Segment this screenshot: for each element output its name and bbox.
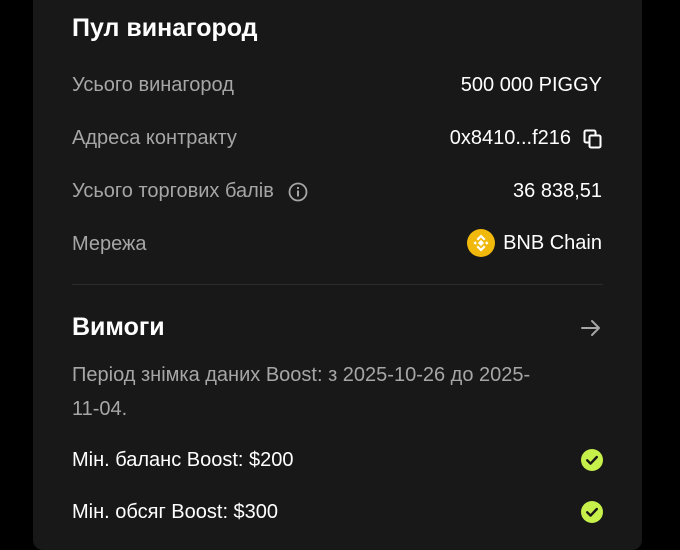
bnb-chain-logo-icon	[467, 229, 496, 257]
contract-address-label: Адреса контракту	[72, 127, 237, 149]
total-rewards-label: Усього винагород	[72, 74, 234, 96]
requirements-title: Вимоги	[72, 313, 165, 341]
check-circle-icon	[581, 449, 603, 471]
network-label: Мережа	[72, 233, 147, 255]
total-points-value: 36 838,51	[513, 180, 602, 203]
contract-address-value[interactable]: 0x8410...f216	[450, 127, 602, 150]
copy-icon[interactable]	[583, 129, 602, 149]
check-circle-icon	[581, 501, 603, 523]
total-points-label: Усього торгових балів	[72, 180, 308, 203]
info-icon[interactable]	[288, 182, 308, 202]
total-rewards-value: 500 000 PIGGY	[461, 74, 602, 97]
total-rewards-amount: 500 000 PIGGY	[460, 74, 602, 96]
boost-period-text: Період знімка даних Boost: з 2025-10-26 …	[72, 364, 531, 420]
network-name: BNB Chain	[503, 231, 602, 254]
contract-address-text[interactable]: 0x8410...f216	[450, 127, 571, 150]
requirement-item-min-balance: Мін. баланс Boost: $200	[72, 449, 294, 471]
total-points-label-text: Усього торгових балів	[72, 180, 274, 202]
section-divider	[72, 284, 603, 285]
total-points-amount: 36 838,51	[513, 180, 602, 202]
pool-title: Пул винагород	[72, 14, 258, 42]
network-value: BNB Chain	[467, 229, 602, 257]
arrow-right-icon[interactable]	[580, 318, 602, 338]
requirement-item-min-volume: Мін. обсяг Boost: $300	[72, 501, 279, 523]
